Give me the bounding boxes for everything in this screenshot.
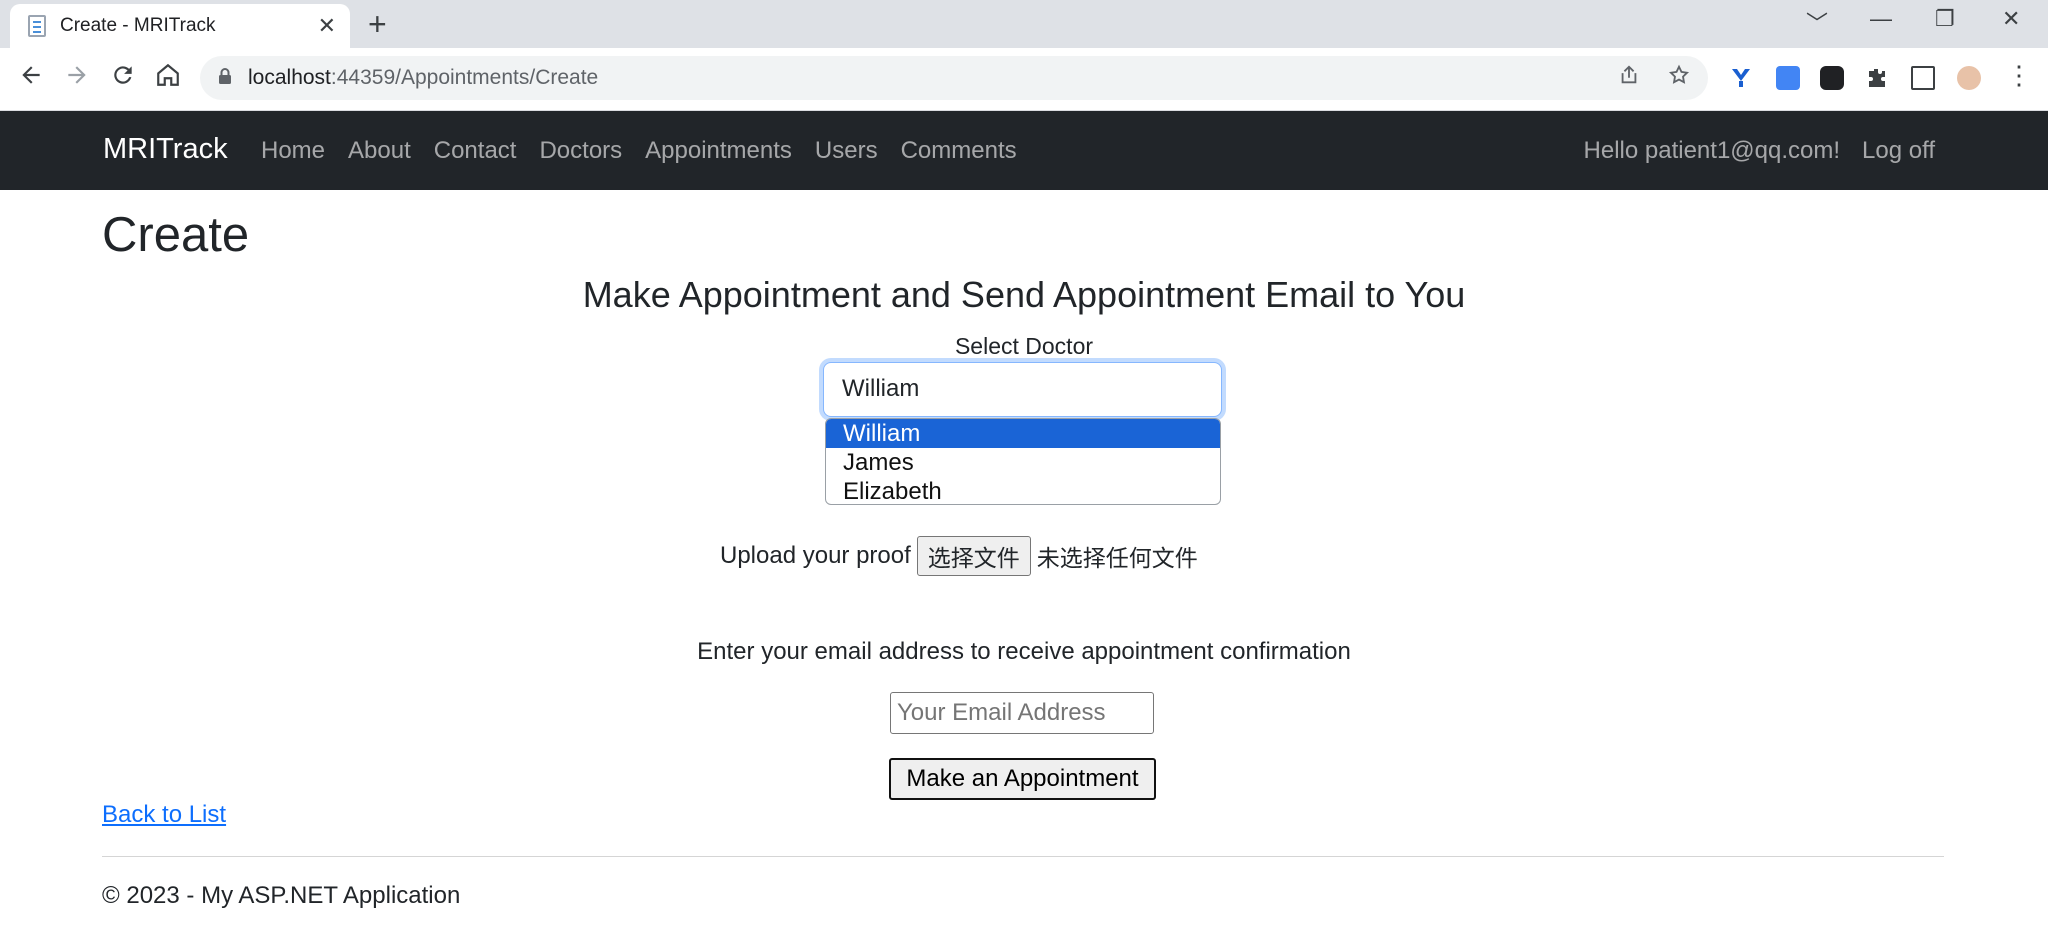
translate-extension-icon[interactable]	[1776, 66, 1800, 90]
email-input[interactable]	[890, 692, 1154, 734]
page-title: Create	[102, 208, 250, 262]
star-icon[interactable]	[1668, 64, 1690, 86]
file-status-text: 未选择任何文件	[1036, 546, 1198, 572]
nav-home[interactable]: Home	[261, 137, 325, 165]
extension-y-icon[interactable]	[1729, 66, 1753, 90]
nav-appointments[interactable]: Appointments	[645, 137, 792, 165]
browser-tabstrip: Create - MRITrack ✕ + ﹀ — ❐ ✕	[0, 0, 2048, 48]
extension-icon[interactable]	[1820, 66, 1844, 90]
reload-icon[interactable]	[110, 62, 136, 95]
footer-text: © 2023 - My ASP.NET Application	[102, 882, 461, 909]
restore-icon[interactable]: ❐	[1935, 6, 1955, 32]
tab-search-icon[interactable]: ﹀	[1806, 6, 1828, 38]
tab-title: Create - MRITrack	[60, 15, 216, 36]
make-appointment-button[interactable]: Make an Appointment	[889, 758, 1156, 800]
tab-close-icon[interactable]: ✕	[318, 13, 336, 39]
upload-row: Upload your proof 选择文件 未选择任何文件	[720, 536, 1198, 576]
back-arrow-icon[interactable]	[18, 62, 44, 95]
nav-account: Hello patient1@qq.com! Log off	[1584, 137, 1935, 165]
close-window-icon[interactable]: ✕	[2002, 6, 2020, 32]
doctor-dropdown-list: William James Elizabeth	[825, 418, 1221, 505]
page-favicon-icon	[28, 15, 46, 37]
doctor-option-william[interactable]: William	[826, 419, 1220, 448]
home-icon[interactable]	[155, 62, 181, 95]
email-label: Enter your email address to receive appo…	[697, 638, 1351, 665]
sidebar-icon[interactable]	[1911, 66, 1935, 90]
nav-doctors[interactable]: Doctors	[539, 137, 622, 165]
minimize-icon[interactable]: —	[1870, 6, 1892, 32]
user-greeting-link[interactable]: Hello patient1@qq.com!	[1584, 137, 1841, 165]
browser-menu-icon[interactable]: ⋮	[2006, 60, 2032, 91]
nav-users[interactable]: Users	[815, 137, 878, 165]
profile-avatar[interactable]	[1957, 66, 1981, 90]
footer-divider	[102, 856, 1944, 857]
new-tab-button[interactable]: +	[368, 6, 387, 43]
nav-about[interactable]: About	[348, 137, 411, 165]
doctor-option-elizabeth[interactable]: Elizabeth	[826, 477, 1220, 504]
back-to-list-link[interactable]: Back to List	[102, 801, 226, 829]
form-subtitle: Make Appointment and Send Appointment Em…	[582, 274, 1466, 315]
nav-links: Home About Contact Doctors Appointments …	[261, 137, 1017, 165]
puzzle-extensions-icon[interactable]	[1865, 66, 1889, 90]
lock-icon[interactable]	[218, 67, 232, 90]
choose-file-button[interactable]: 选择文件	[916, 536, 1031, 576]
logoff-link[interactable]: Log off	[1862, 137, 1935, 165]
browser-toolbar: localhost :44359/Appointments/Create ⋮	[0, 48, 2048, 111]
address-bar[interactable]: localhost :44359/Appointments/Create	[200, 56, 1708, 100]
browser-tab[interactable]: Create - MRITrack ✕	[10, 4, 350, 48]
site-navbar: MRITrack Home About Contact Doctors Appo…	[0, 111, 2048, 190]
select-doctor-label: Select Doctor	[954, 333, 1094, 359]
doctor-select[interactable]: William	[823, 362, 1222, 417]
forward-arrow-icon[interactable]	[64, 62, 90, 95]
share-icon[interactable]	[1618, 64, 1640, 86]
nav-contact[interactable]: Contact	[434, 137, 517, 165]
omnibox-actions	[1618, 64, 1690, 92]
brand-logo[interactable]: MRITrack	[103, 133, 228, 166]
url-host: localhost	[248, 66, 331, 89]
nav-comments[interactable]: Comments	[901, 137, 1017, 165]
doctor-option-james[interactable]: James	[826, 448, 1220, 477]
url-path: :44359/Appointments/Create	[330, 66, 599, 89]
upload-label: Upload your proof	[720, 542, 911, 569]
